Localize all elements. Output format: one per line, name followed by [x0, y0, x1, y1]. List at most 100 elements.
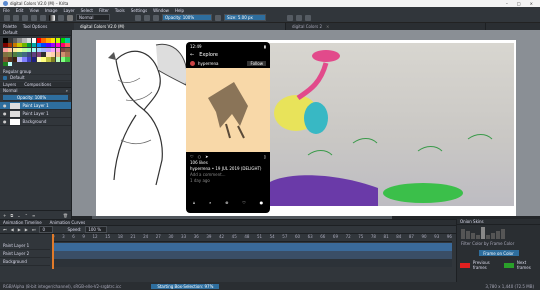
gradient-icon[interactable]: [49, 14, 55, 21]
first-frame-icon[interactable]: ⏮: [3, 227, 7, 232]
move-down-icon[interactable]: ⌄: [17, 213, 20, 218]
last-frame-icon[interactable]: ⏭: [32, 227, 36, 232]
palette-swatch[interactable]: [7, 61, 13, 67]
close-tab-icon[interactable]: ×: [326, 24, 329, 29]
eye-icon[interactable]: ●: [3, 103, 7, 108]
timeline-row[interactable]: Paint Layer 1: [0, 242, 50, 250]
reset-opacity-icon[interactable]: [215, 14, 221, 21]
menu-tools[interactable]: Tools: [115, 8, 125, 13]
menu-help[interactable]: Help: [175, 8, 184, 13]
docker-tab-tool-options[interactable]: Tool Options: [23, 24, 47, 29]
pegasus-sketch: [108, 43, 188, 186]
menu-file[interactable]: File: [3, 8, 10, 13]
mirror-horizontal-icon[interactable]: [287, 14, 293, 21]
post-art: [208, 82, 248, 139]
preserve-alpha-icon[interactable]: [144, 14, 150, 21]
blend-mode-value: Normal: [79, 15, 94, 20]
onion-opacity-bars[interactable]: [457, 225, 540, 241]
menu-layer[interactable]: Layer: [63, 8, 74, 13]
palette-swatch[interactable]: [65, 57, 70, 62]
palette-name-row[interactable]: Default: [0, 75, 71, 82]
redo-icon[interactable]: [40, 14, 46, 21]
menu-edit[interactable]: Edit: [16, 8, 24, 13]
ruler-tick: 93: [434, 234, 440, 239]
tab-animation-timeline[interactable]: Animation Timeline: [3, 220, 42, 225]
frame-strip[interactable]: [52, 259, 452, 267]
brush-preset-icon[interactable]: [67, 14, 73, 21]
prev-frame-icon[interactable]: ◀: [11, 227, 14, 232]
ruler-tick: 96: [446, 234, 452, 239]
delete-layer-icon[interactable]: 🗑: [63, 213, 71, 218]
layer-blend-row[interactable]: Normal ⌕: [0, 88, 71, 95]
phone-ago: 1 day ago: [190, 178, 210, 183]
duplicate-layer-icon[interactable]: ⧉: [10, 213, 13, 218]
frame-grid[interactable]: [52, 243, 452, 267]
layer-opacity-slider[interactable]: Opacity: 100%: [3, 95, 68, 102]
pattern-icon[interactable]: [58, 14, 64, 21]
tab-layers[interactable]: Layers: [3, 82, 16, 87]
menu-filter[interactable]: Filter: [99, 8, 109, 13]
layer-row[interactable]: ● Paint Layer 1: [0, 110, 71, 119]
blend-mode-select[interactable]: Normal: [76, 14, 110, 21]
tab-compositions[interactable]: Compositions: [24, 82, 51, 87]
eye-icon[interactable]: ●: [3, 119, 7, 124]
layer-row[interactable]: ● Background: [0, 118, 71, 127]
timeline-row-label: Background: [3, 259, 27, 264]
lock-icon[interactable]: [153, 14, 159, 21]
next-frame-icon[interactable]: ▶: [25, 227, 28, 232]
filter-icon[interactable]: ⌕: [66, 88, 71, 93]
menu-select[interactable]: Select: [81, 8, 93, 13]
eye-icon[interactable]: ●: [3, 111, 7, 116]
menu-settings[interactable]: Settings: [131, 8, 147, 13]
move-up-icon[interactable]: ⌃: [25, 213, 28, 218]
ruler-tick: 81: [383, 234, 389, 239]
layer-actions: + ⧉ ⌄ ⌃ ≡ 🗑: [0, 210, 71, 219]
save-icon[interactable]: [22, 14, 28, 21]
document-tab-2[interactable]: digital Colors 2 ×: [286, 23, 486, 30]
maximize-button[interactable]: □: [517, 1, 521, 6]
undo-icon[interactable]: [31, 14, 37, 21]
previous-frames-color[interactable]: [460, 262, 470, 268]
layer-row[interactable]: ● Paint Layer 1: [0, 102, 71, 111]
phone-time: 12:49: [190, 43, 202, 49]
play-icon[interactable]: ▶: [18, 227, 21, 232]
frame-strip[interactable]: [52, 251, 452, 259]
home-icon: ⌂: [192, 200, 196, 205]
document-tab-active[interactable]: digital Colors V2.0 (M): [74, 23, 286, 30]
wrap-around-icon[interactable]: [305, 14, 311, 21]
canvas-area[interactable]: 12:49 ▮ ← Explore hyperrena Follow ♡ ○ ➤…: [72, 30, 540, 216]
menu-view[interactable]: View: [29, 8, 39, 13]
eraser-icon[interactable]: [135, 14, 141, 21]
frame-strip[interactable]: [52, 243, 452, 251]
timeline-row[interactable]: Paint Layer 2: [0, 250, 50, 258]
menu-window[interactable]: Window: [153, 8, 169, 13]
left-docker: Default Regular group Default Layers Com…: [0, 30, 72, 219]
activity-icon: ♡: [242, 200, 246, 205]
speed-input[interactable]: 100 %: [85, 226, 108, 233]
brush-size-slider[interactable]: Size: 5.00 px: [224, 14, 266, 21]
timeline-row[interactable]: Background: [0, 258, 50, 266]
frame-input[interactable]: 0: [39, 226, 54, 233]
menu-image[interactable]: Image: [45, 8, 58, 13]
clay-photo: [268, 50, 493, 206]
frame-color-button[interactable]: Frame on Color: [478, 250, 519, 256]
add-layer-icon[interactable]: +: [3, 213, 6, 218]
playhead[interactable]: [52, 234, 54, 269]
ruler-tick: 48: [244, 234, 250, 239]
open-document-icon[interactable]: [13, 14, 19, 21]
layer-properties-icon[interactable]: ≡: [32, 213, 35, 218]
timeline-row-label: Paint Layer 2: [3, 251, 30, 256]
new-document-icon[interactable]: [4, 14, 10, 21]
palette-swatches[interactable]: [0, 36, 71, 68]
frame-ruler[interactable]: 0369121518212427303336394245485154576063…: [52, 234, 452, 242]
next-frames-label: Next frames: [516, 260, 531, 270]
timeline-layer-list: Paint Layer 1 Paint Layer 2 Background: [0, 234, 50, 283]
minimize-button[interactable]: –: [506, 1, 508, 6]
docker-tab-palette[interactable]: Palette: [3, 24, 17, 29]
close-button[interactable]: ×: [530, 1, 533, 6]
tab-animation-curves[interactable]: Animation Curves: [50, 220, 86, 225]
next-frames-color[interactable]: [504, 262, 514, 268]
ruler-tick: 45: [231, 234, 237, 239]
mirror-vertical-icon[interactable]: [296, 14, 302, 21]
opacity-slider[interactable]: Opacity: 100%: [162, 14, 212, 21]
